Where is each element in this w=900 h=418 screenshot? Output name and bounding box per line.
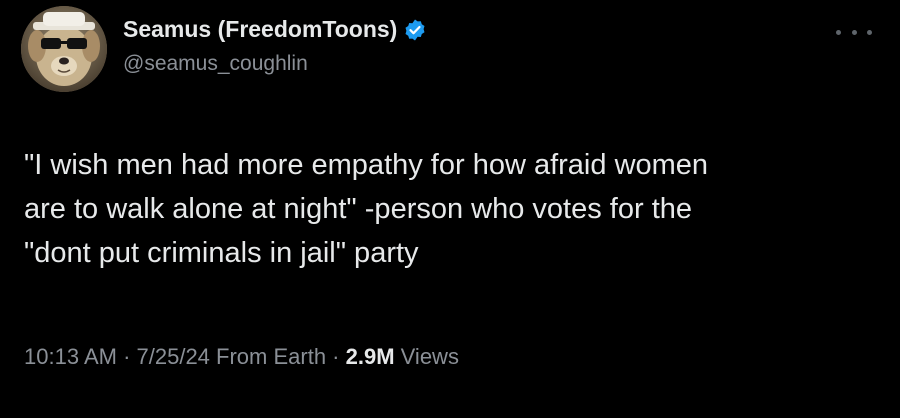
meta-separator: · (326, 344, 346, 369)
author-name-text[interactable]: Seamus (FreedomToons) (123, 16, 397, 43)
tweet-text-line: "dont put criminals in jail" party (24, 237, 419, 269)
tweet-card: Seamus (FreedomToons) @seamus_coughlin "… (0, 0, 900, 418)
dog-avatar-image (21, 6, 107, 92)
tweet-time[interactable]: 10:13 AM (24, 344, 117, 369)
meta-separator: · (116, 344, 137, 369)
verified-badge-icon (403, 18, 427, 42)
more-dot (851, 29, 857, 35)
author-display-name[interactable]: Seamus (FreedomToons) (123, 16, 427, 43)
tweet-text: "I wish men had more empathy for how afr… (24, 143, 874, 275)
avatar[interactable] (21, 6, 107, 92)
author-handle[interactable]: @seamus_coughlin (123, 52, 308, 76)
more-options-icon[interactable] (836, 22, 872, 42)
more-dot (836, 29, 841, 35)
views-label: Views (394, 344, 459, 369)
views-count[interactable]: 2.9M (346, 344, 395, 369)
tweet-text-line: are to walk alone at night" -person who … (24, 193, 693, 225)
tweet-metadata: 10:13 AM · 7/25/24 From Earth · 2.9M Vie… (24, 344, 459, 370)
more-dot (867, 29, 872, 35)
tweet-text-line: "I wish men had more empathy for how afr… (24, 149, 709, 181)
tweet-source: From Earth (209, 344, 327, 369)
tweet-date[interactable]: 7/25/24 (137, 344, 210, 369)
